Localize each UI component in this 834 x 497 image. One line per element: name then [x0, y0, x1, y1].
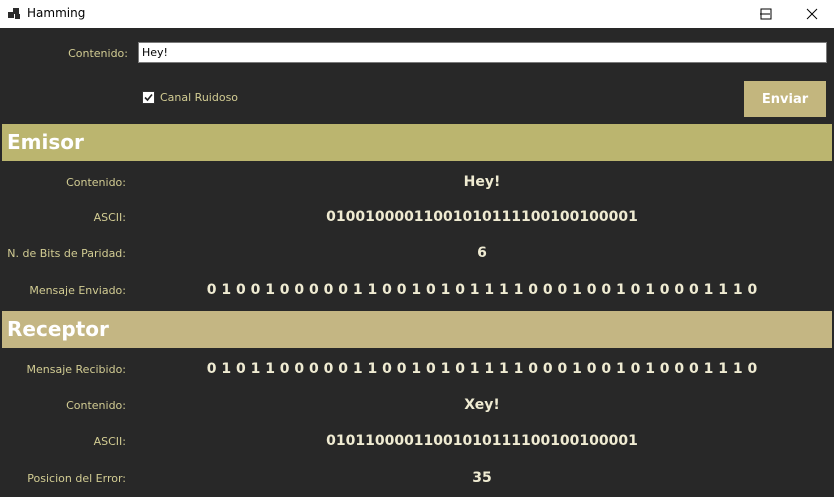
noisy-channel-label: Canal Ruidoso	[160, 91, 239, 104]
error-position-label: Posicion del Error:	[27, 472, 126, 485]
content-input-label: Contenido:	[68, 47, 128, 60]
emisor-title: Emisor	[7, 130, 84, 154]
emisor-content-label: Contenido:	[66, 176, 126, 189]
sent-message-value: 0 1 0 0 1 0 0 0 0 0 1 1 0 0 1 0 1 0 1 1 …	[206, 282, 758, 298]
check-icon	[144, 93, 153, 102]
checkbox-box[interactable]	[142, 91, 155, 104]
emisor-ascii-value: 01001000011001010111100100100001	[326, 209, 638, 225]
receptor-ascii-label: ASCII:	[93, 435, 126, 448]
received-message-label: Mensaje Recibido:	[26, 363, 127, 376]
receptor-content-label: Contenido:	[66, 399, 126, 412]
window-title: Hamming	[27, 6, 86, 20]
parity-bits-value: 6	[477, 245, 487, 261]
close-icon	[806, 8, 818, 20]
parity-bits-label: N. de Bits de Paridad:	[7, 247, 126, 260]
emisor-header: Emisor	[2, 124, 832, 161]
title-bar: Hamming	[0, 0, 834, 28]
app-icon	[8, 8, 22, 20]
content-input[interactable]: Hey!	[138, 42, 827, 63]
sent-message-label: Mensaje Enviado:	[29, 284, 126, 297]
send-button[interactable]: Enviar	[744, 81, 826, 117]
error-position-value: 35	[472, 470, 492, 486]
receptor-ascii-value: 01011000011001010111100100100001	[326, 433, 638, 449]
emisor-content-value: Hey!	[463, 174, 501, 190]
maximize-icon	[760, 8, 772, 20]
receptor-title: Receptor	[7, 317, 109, 341]
maximize-button[interactable]	[743, 0, 789, 28]
received-message-value: 0 1 0 1 1 0 0 0 0 0 1 1 0 0 1 0 1 0 1 1 …	[206, 361, 758, 377]
close-button[interactable]	[789, 0, 834, 28]
emisor-ascii-label: ASCII:	[93, 211, 126, 224]
receptor-header: Receptor	[2, 311, 832, 348]
receptor-content-value: Xey!	[464, 397, 500, 413]
